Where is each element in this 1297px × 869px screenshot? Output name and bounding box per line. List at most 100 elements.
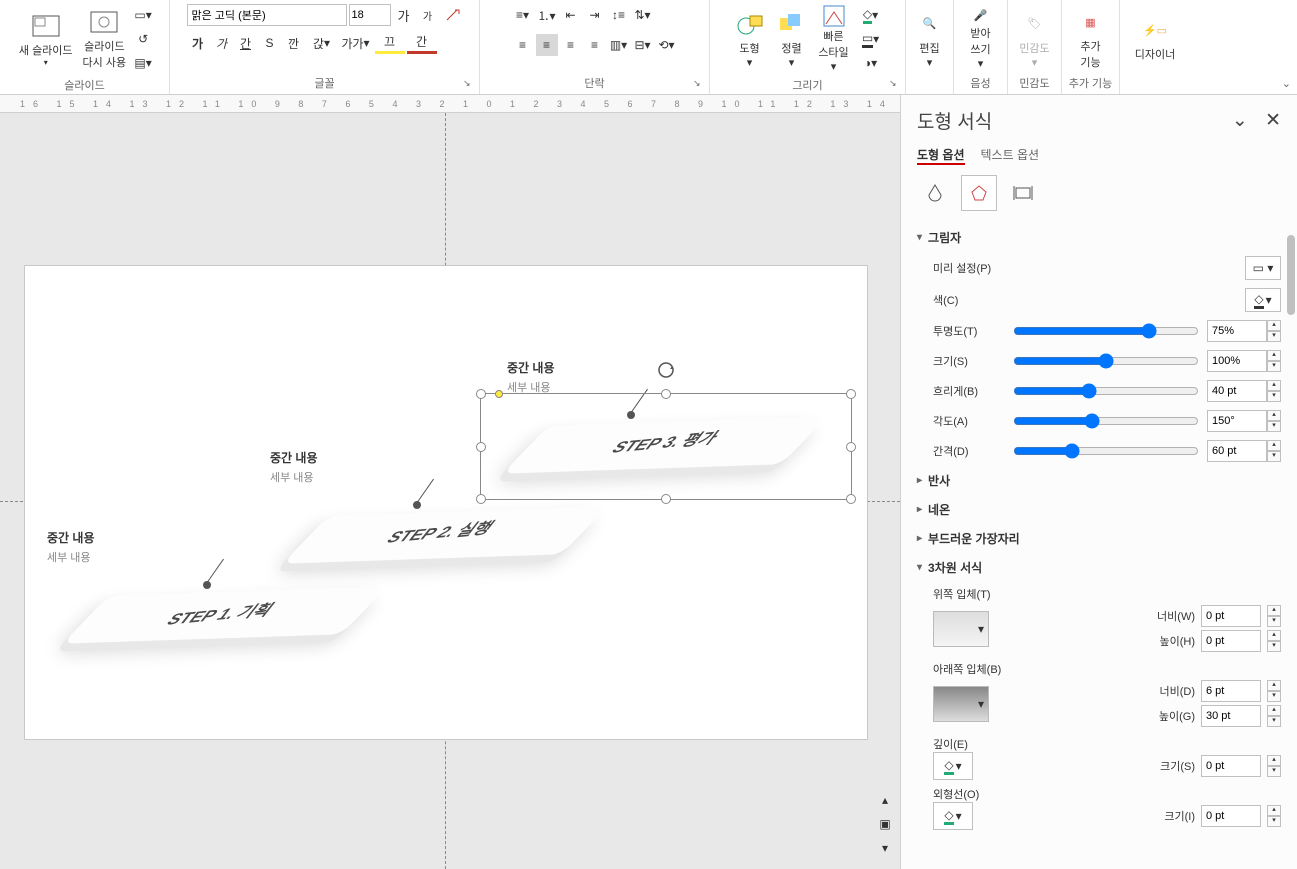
arrange-button[interactable]: 정렬▾ [772, 4, 812, 72]
preset-combo[interactable]: ▭ ▾ [1245, 256, 1281, 280]
canvas-area[interactable]: STEP 1. 기획 중간 내용 세부 내용 STEP 2. 실행 중간 내용 … [0, 113, 900, 869]
underline-button[interactable]: 간 [235, 32, 257, 54]
distance-down[interactable]: ▾ [1267, 451, 1281, 462]
size-slider[interactable] [1013, 353, 1199, 369]
tab-shape-options[interactable]: 도형 옵션 [917, 146, 965, 165]
align-left-button[interactable]: ≡ [512, 34, 534, 56]
shadow-color-combo[interactable]: ◇ ▾ [1245, 288, 1281, 312]
top-height-input[interactable] [1201, 630, 1261, 652]
para-dialog-launcher[interactable]: ↘ [693, 78, 707, 92]
angle-up[interactable]: ▴ [1267, 410, 1281, 421]
handle-sw[interactable] [476, 494, 486, 504]
angle-input[interactable] [1207, 410, 1267, 432]
fill-line-icon[interactable] [917, 175, 953, 211]
edit-button[interactable]: 🔍 편집▾ [910, 4, 950, 72]
next-slide-button[interactable]: ▾ [874, 837, 896, 859]
adjust-handle[interactable] [495, 390, 503, 398]
depth-size-input[interactable] [1201, 755, 1261, 777]
angle-down[interactable]: ▾ [1267, 421, 1281, 432]
spacing-button[interactable]: 갅▾ [307, 32, 337, 54]
new-slide-button[interactable]: 새 슬라이드 ▾ [15, 4, 77, 72]
dictate-button[interactable]: 🎤 받아 쓰기▾ [961, 4, 1001, 72]
handle-ne[interactable] [846, 389, 856, 399]
section-button[interactable]: ▤▾ [132, 52, 154, 74]
bold-button[interactable]: 가 [187, 32, 209, 54]
size-down[interactable]: ▾ [1267, 361, 1281, 372]
handle-n[interactable] [661, 389, 671, 399]
bottom-bevel-combo[interactable]: ▾ [933, 686, 989, 722]
distance-up[interactable]: ▴ [1267, 440, 1281, 451]
size-props-icon[interactable] [1005, 175, 1041, 211]
transparency-input[interactable] [1207, 320, 1267, 342]
align-right-button[interactable]: ≡ [560, 34, 582, 56]
blur-down[interactable]: ▾ [1267, 391, 1281, 402]
reuse-slide-button[interactable]: 슬라이드 다시 사용 [79, 4, 131, 72]
reset-button[interactable]: ↺ [132, 28, 154, 50]
indent-inc-button[interactable]: ⇥ [584, 4, 606, 26]
contour-color-combo[interactable]: ◇▾ [933, 802, 973, 830]
shape-fill-button[interactable]: ◇▾ [856, 4, 886, 26]
line-spacing-button[interactable]: ↕≡ [608, 4, 630, 26]
fit-button[interactable]: ▣ [874, 813, 896, 835]
font-dialog-launcher[interactable]: ↘ [463, 78, 477, 92]
size-input[interactable] [1207, 350, 1267, 372]
text-direction-button[interactable]: ⇅▾ [632, 4, 654, 26]
smartart-button[interactable]: ⟲▾ [656, 34, 678, 56]
contour-size-input[interactable] [1201, 805, 1261, 827]
handle-s[interactable] [661, 494, 671, 504]
handle-nw[interactable] [476, 389, 486, 399]
draw-dialog-launcher[interactable]: ↘ [889, 78, 903, 92]
transparency-up[interactable]: ▴ [1267, 320, 1281, 331]
layout-button[interactable]: ▭▾ [132, 4, 154, 26]
justify-button[interactable]: ≡ [584, 34, 606, 56]
shrink-font-button[interactable]: 가 [417, 4, 439, 26]
effects-icon[interactable] [961, 175, 997, 211]
size-up[interactable]: ▴ [1267, 350, 1281, 361]
section-soft-edges[interactable]: ▸부드러운 가장자리 [917, 524, 1281, 553]
align-center-button[interactable]: ≡ [536, 34, 558, 56]
tab-text-options[interactable]: 텍스트 옵션 [981, 146, 1040, 165]
numbering-button[interactable]: ⒈▾ [536, 4, 558, 26]
shape-effects-button[interactable]: ◑▾ [856, 52, 886, 74]
addins-button[interactable]: ▦ 추가 기능 [1071, 4, 1111, 72]
section-glow[interactable]: ▸네온 [917, 495, 1281, 524]
angle-slider[interactable] [1013, 413, 1199, 429]
align-vertical-button[interactable]: ⊟▾ [632, 34, 654, 56]
strike-button[interactable]: S [259, 32, 281, 54]
panel-options-button[interactable]: ⌄ [1232, 110, 1248, 131]
indent-dec-button[interactable]: ⇤ [560, 4, 582, 26]
transparency-slider[interactable] [1013, 323, 1199, 339]
depth-color-combo[interactable]: ◇▾ [933, 752, 973, 780]
transparency-down[interactable]: ▾ [1267, 331, 1281, 342]
italic-button[interactable]: 가 [211, 32, 233, 54]
blur-slider[interactable] [1013, 383, 1199, 399]
clear-format-button[interactable] [441, 4, 463, 26]
font-color-button[interactable]: 간 [407, 32, 437, 54]
selection-frame[interactable] [480, 393, 852, 500]
handle-w[interactable] [476, 442, 486, 452]
blur-up[interactable]: ▴ [1267, 380, 1281, 391]
distance-input[interactable] [1207, 440, 1267, 462]
top-bevel-combo[interactable]: ▾ [933, 611, 989, 647]
rotation-handle[interactable] [656, 360, 676, 380]
handle-e[interactable] [846, 442, 856, 452]
grow-font-button[interactable]: 가 [393, 4, 415, 26]
font-family-select[interactable] [187, 4, 347, 26]
bot-width-input[interactable] [1201, 680, 1261, 702]
bot-height-input[interactable] [1201, 705, 1261, 727]
ribbon-expand-button[interactable]: ⌄ [1282, 77, 1291, 90]
distance-slider[interactable] [1013, 443, 1199, 459]
top-width-input[interactable] [1201, 605, 1261, 627]
panel-scrollbar[interactable] [1287, 235, 1295, 859]
columns-button[interactable]: ▥▾ [608, 34, 630, 56]
blur-input[interactable] [1207, 380, 1267, 402]
handle-se[interactable] [846, 494, 856, 504]
section-reflection[interactable]: ▸반사 [917, 466, 1281, 495]
bullets-button[interactable]: ≡▾ [512, 4, 534, 26]
sensitivity-button[interactable]: 🏷 민감도▾ [1015, 4, 1055, 72]
shadow-button[interactable]: 깐 [283, 32, 305, 54]
slide[interactable]: STEP 1. 기획 중간 내용 세부 내용 STEP 2. 실행 중간 내용 … [24, 265, 868, 740]
prev-slide-button[interactable]: ▴ [874, 789, 896, 811]
panel-close-button[interactable]: ✕ [1265, 110, 1281, 131]
section-3d-format[interactable]: ▾3차원 서식 [917, 553, 1281, 582]
